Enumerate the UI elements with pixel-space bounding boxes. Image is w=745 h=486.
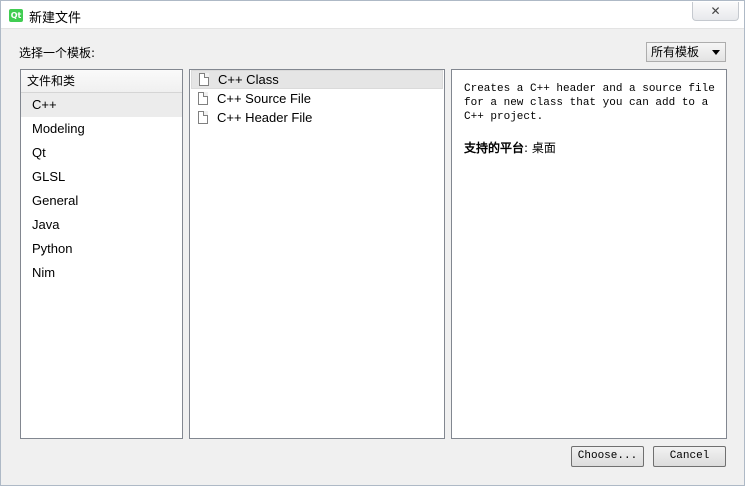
template-item-cpp-header-file[interactable]: C++ Header File (191, 108, 443, 127)
category-item-qt[interactable]: Qt (21, 141, 182, 165)
qt-app-icon: Qt (9, 9, 23, 22)
template-filter-dropdown[interactable]: 所有模板 (646, 42, 726, 62)
choose-button[interactable]: Choose... (571, 446, 644, 467)
dialog-content: 选择一个模板: 所有模板 文件和类 C++ Modeling Qt GLSL G… (9, 31, 738, 479)
close-button[interactable]: ✕ (692, 2, 739, 21)
template-description-panel: Creates a C++ header and a source file f… (451, 69, 727, 439)
category-item-general[interactable]: General (21, 189, 182, 213)
template-item-cpp-source-file[interactable]: C++ Source File (191, 89, 443, 108)
platform-value: : 桌面 (524, 141, 556, 155)
close-icon: ✕ (710, 4, 721, 18)
category-item-python[interactable]: Python (21, 237, 182, 261)
template-label: C++ Class (218, 72, 279, 87)
template-filter-value: 所有模板 (651, 45, 700, 59)
template-list: C++ Class C++ Source File C++ Header Fil… (189, 69, 445, 439)
category-list: 文件和类 C++ Modeling Qt GLSL General Java P… (20, 69, 183, 439)
title-bar: Qt 新建文件 ✕ (1, 1, 744, 29)
file-icon (199, 73, 209, 86)
category-item-nim[interactable]: Nim (21, 261, 182, 285)
window-title: 新建文件 (29, 11, 82, 26)
category-item-java[interactable]: Java (21, 213, 182, 237)
file-icon (198, 111, 208, 124)
supported-platforms: 支持的平台: 桌面 (464, 139, 556, 156)
new-file-dialog: Qt 新建文件 ✕ 选择一个模板: 所有模板 文件和类 C++ Modeling… (0, 0, 745, 486)
template-item-cpp-class[interactable]: C++ Class (191, 70, 443, 89)
cancel-button[interactable]: Cancel (653, 446, 726, 467)
template-description: Creates a C++ header and a source file f… (464, 83, 715, 123)
category-item-modeling[interactable]: Modeling (21, 117, 182, 141)
category-item-glsl[interactable]: GLSL (21, 165, 182, 189)
file-icon (198, 92, 208, 105)
template-label: C++ Header File (217, 110, 313, 125)
category-group-header: 文件和类 (21, 70, 182, 93)
template-label: C++ Source File (217, 91, 311, 106)
category-item-cpp[interactable]: C++ (21, 93, 182, 117)
chevron-down-icon (712, 50, 720, 55)
choose-template-label: 选择一个模板: (19, 46, 96, 60)
platform-label: 支持的平台 (464, 141, 525, 155)
